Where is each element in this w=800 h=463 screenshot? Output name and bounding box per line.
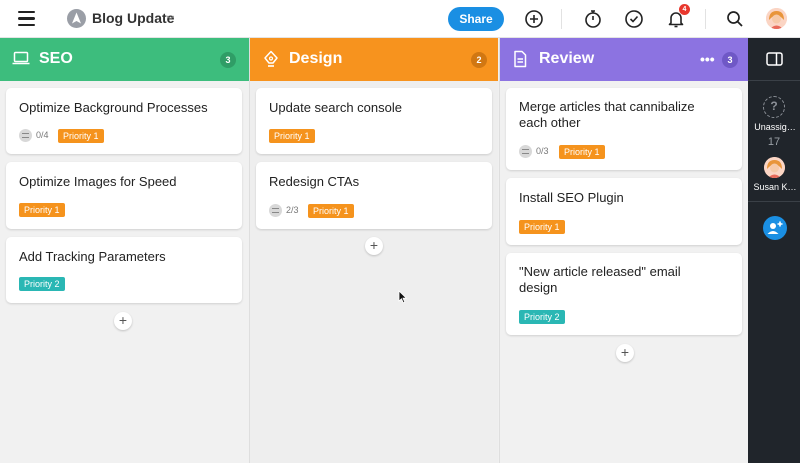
column-header-review[interactable]: Review ••• 3 (500, 38, 748, 81)
task-card[interactable]: Optimize Images for Speed Priority 1 (6, 162, 242, 229)
unassigned-icon[interactable]: ? (763, 96, 785, 118)
mouse-cursor (398, 290, 408, 304)
laptop-icon (12, 51, 30, 65)
chevron-down-icon[interactable] (166, 13, 175, 22)
top-bar: Blog Update Share 4 (0, 0, 800, 38)
panel-divider (748, 80, 800, 81)
task-card[interactable]: Merge articles that cannibalize each oth… (506, 88, 742, 170)
panel-divider (748, 201, 800, 202)
priority-tag: Priority 1 (519, 220, 565, 234)
document-icon (514, 50, 527, 68)
user-label: Susan K… (753, 182, 797, 192)
priority-tag: Priority 1 (308, 204, 354, 218)
unassigned-count: 17 (767, 136, 781, 148)
card-count-badge: 2 (471, 52, 487, 68)
column-review: Review ••• 3 Merge articles that canniba… (499, 38, 748, 463)
column-seo: SEO 3 Optimize Background Processes 0/4 … (0, 38, 249, 463)
card-title: Add Tracking Parameters (19, 249, 166, 264)
column-header-seo[interactable]: SEO 3 (0, 38, 249, 81)
card-title: Optimize Images for Speed (19, 174, 177, 189)
column-design: Design 2 Update search console Priority … (249, 38, 498, 463)
add-person-button[interactable] (763, 216, 787, 240)
task-card[interactable]: "New article released" email design Prio… (506, 253, 742, 335)
add-card-button[interactable]: + (616, 344, 634, 362)
hamburger-icon[interactable] (18, 11, 35, 27)
task-card[interactable]: Add Tracking Parameters Priority 2 (6, 237, 242, 303)
priority-tag: Priority 1 (19, 203, 65, 217)
column-header-design[interactable]: Design 2 (250, 38, 498, 81)
checklist-progress: 2/3 (286, 205, 299, 215)
toolbar-divider (705, 9, 706, 29)
search-icon[interactable] (725, 9, 745, 29)
priority-tag: Priority 2 (519, 310, 565, 324)
priority-tag: Priority 1 (269, 129, 315, 143)
checklist-icon (269, 204, 282, 217)
avatar[interactable] (764, 157, 785, 178)
stopwatch-icon[interactable] (583, 9, 603, 29)
card-title: "New article released" email design (519, 264, 681, 295)
column-title: SEO (39, 50, 73, 67)
plus-circle-icon[interactable] (524, 9, 544, 29)
card-title: Merge articles that cannibalize each oth… (519, 99, 695, 130)
panel-toggle-icon[interactable] (766, 52, 783, 66)
task-card[interactable]: Update search console Priority 1 (256, 88, 492, 154)
more-options-button[interactable]: ••• (700, 51, 715, 67)
column-title: Design (289, 50, 343, 67)
checklist-progress: 0/4 (36, 130, 49, 140)
card-count-badge: 3 (722, 52, 738, 68)
project-title[interactable]: Blog Update (92, 10, 174, 26)
share-button[interactable]: Share (448, 7, 504, 31)
add-card-button[interactable]: + (365, 237, 383, 255)
checklist-progress: 0/3 (536, 146, 549, 156)
checklist-icon (19, 129, 32, 142)
task-card[interactable]: Redesign CTAs 2/3 Priority 1 (256, 162, 492, 229)
toolbar-divider (561, 9, 562, 29)
task-card[interactable]: Install SEO Plugin Priority 1 (506, 178, 742, 245)
card-count-badge: 3 (220, 52, 236, 68)
card-title: Optimize Background Processes (19, 100, 208, 115)
column-title: Review (539, 50, 595, 67)
avatar[interactable] (766, 8, 787, 29)
card-title: Redesign CTAs (269, 174, 360, 189)
pen-tool-icon (264, 50, 278, 67)
checklist-icon (519, 145, 532, 158)
card-title: Install SEO Plugin (519, 190, 624, 205)
project-icon (67, 9, 86, 28)
priority-tag: Priority 1 (58, 129, 104, 143)
card-title: Update search console (269, 100, 402, 115)
task-card[interactable]: Optimize Background Processes 0/4 Priori… (6, 88, 242, 154)
members-panel: ? Unassig… 17 Susan K… (748, 38, 800, 463)
unassigned-label: Unassig… (754, 122, 796, 132)
notification-badge: 4 (679, 4, 690, 15)
priority-tag: Priority 1 (559, 145, 605, 159)
priority-tag: Priority 2 (19, 277, 65, 291)
check-circle-icon[interactable] (624, 9, 644, 29)
add-card-button[interactable]: + (114, 312, 132, 330)
